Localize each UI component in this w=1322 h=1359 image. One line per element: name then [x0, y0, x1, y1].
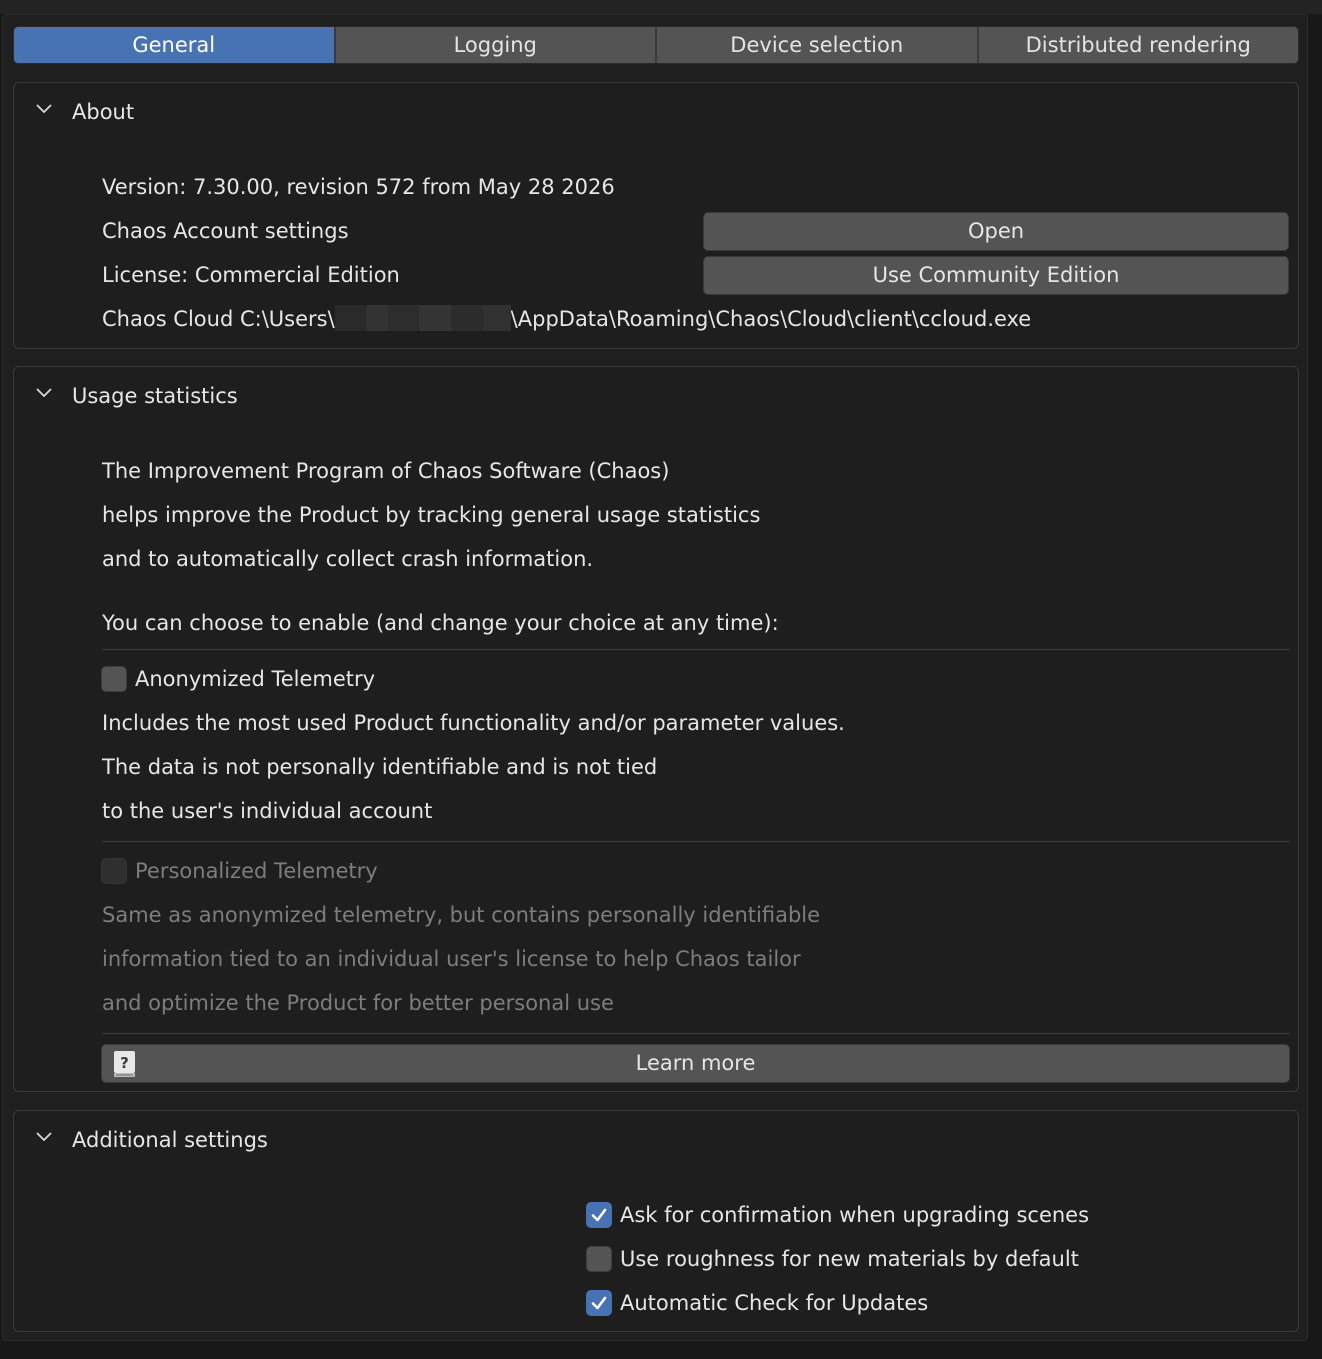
separator — [102, 1033, 1290, 1034]
choose-text: You can choose to enable (and change you… — [102, 611, 779, 635]
intro-line-2: helps improve the Product by tracking ge… — [102, 503, 761, 527]
pers-desc-2: information tied to an individual user's… — [102, 947, 801, 971]
learn-more-label: Learn more — [635, 1051, 756, 1075]
anonymized-telemetry-checkbox[interactable] — [101, 666, 127, 692]
usage-statistics-panel: Usage statistics The Improvement Program… — [13, 366, 1299, 1092]
cloud-path-prefix: Chaos Cloud C:\Users\ — [102, 307, 335, 331]
tab-device-selection[interactable]: Device selection — [657, 27, 979, 63]
auto-update-label[interactable]: Automatic Check for Updates — [620, 1288, 928, 1318]
tab-general[interactable]: General — [14, 27, 336, 63]
chevron-down-icon[interactable] — [36, 385, 52, 401]
separator — [102, 649, 1290, 650]
cloud-path-suffix: \AppData\Roaming\Chaos\Cloud\client\cclo… — [510, 307, 1032, 331]
about-panel: About Version: 7.30.00, revision 572 fro… — [13, 82, 1299, 349]
checkmark-icon — [591, 1296, 607, 1310]
tab-logging[interactable]: Logging — [335, 27, 657, 63]
additional-settings-panel: Additional settings Ask for confirmation… — [13, 1110, 1299, 1332]
svg-text:?: ? — [120, 1054, 129, 1072]
anon-desc-3: to the user's individual account — [102, 799, 433, 823]
checkmark-icon — [591, 1208, 607, 1222]
pers-desc-1: Same as anonymized telemetry, but contai… — [102, 903, 821, 927]
anon-desc-1: Includes the most used Product functiona… — [102, 711, 845, 735]
intro-line-1: The Improvement Program of Chaos Softwar… — [102, 459, 670, 483]
personalized-telemetry-label[interactable]: Personalized Telemetry — [135, 856, 378, 886]
tab-distributed-rendering[interactable]: Distributed rendering — [978, 27, 1298, 63]
redacted-username — [334, 305, 511, 331]
roughness-default-checkbox[interactable] — [586, 1246, 612, 1272]
account-settings-label: Chaos Account settings — [102, 219, 349, 243]
learn-more-button[interactable]: ? Learn more — [101, 1044, 1290, 1083]
window-top-strip — [0, 0, 1322, 14]
chaos-cloud-path: Chaos Cloud C:\Users\ \AppData\Roaming\Ch… — [102, 304, 1031, 334]
tab-bar: General Logging Device selection Distrib… — [13, 26, 1299, 64]
about-title: About — [72, 100, 135, 124]
license-label: License: Commercial Edition — [102, 263, 400, 287]
help-book-icon: ? — [112, 1050, 138, 1090]
confirm-upgrade-label[interactable]: Ask for confirmation when upgrading scen… — [620, 1200, 1089, 1230]
roughness-default-label[interactable]: Use roughness for new materials by defau… — [620, 1244, 1079, 1274]
use-community-edition-button[interactable]: Use Community Edition — [703, 256, 1289, 295]
separator — [102, 841, 1290, 842]
auto-update-checkbox[interactable] — [586, 1290, 612, 1316]
anon-desc-2: The data is not personally identifiable … — [102, 755, 658, 779]
additional-title: Additional settings — [72, 1128, 268, 1152]
anonymized-telemetry-label[interactable]: Anonymized Telemetry — [135, 664, 375, 694]
confirm-upgrade-checkbox[interactable] — [586, 1202, 612, 1228]
version-text: Version: 7.30.00, revision 572 from May … — [102, 175, 615, 199]
pers-desc-3: and optimize the Product for better pers… — [102, 991, 614, 1015]
chevron-down-icon[interactable] — [36, 1129, 52, 1145]
additional-panel-header[interactable]: Additional settings — [14, 1111, 1298, 1169]
about-panel-header[interactable]: About — [14, 83, 1298, 141]
usage-panel-header[interactable]: Usage statistics — [14, 367, 1298, 425]
personalized-telemetry-checkbox[interactable] — [101, 858, 127, 884]
usage-title: Usage statistics — [72, 384, 238, 408]
intro-line-3: and to automatically collect crash infor… — [102, 547, 594, 571]
chevron-down-icon[interactable] — [36, 101, 52, 117]
open-account-button[interactable]: Open — [703, 212, 1289, 251]
